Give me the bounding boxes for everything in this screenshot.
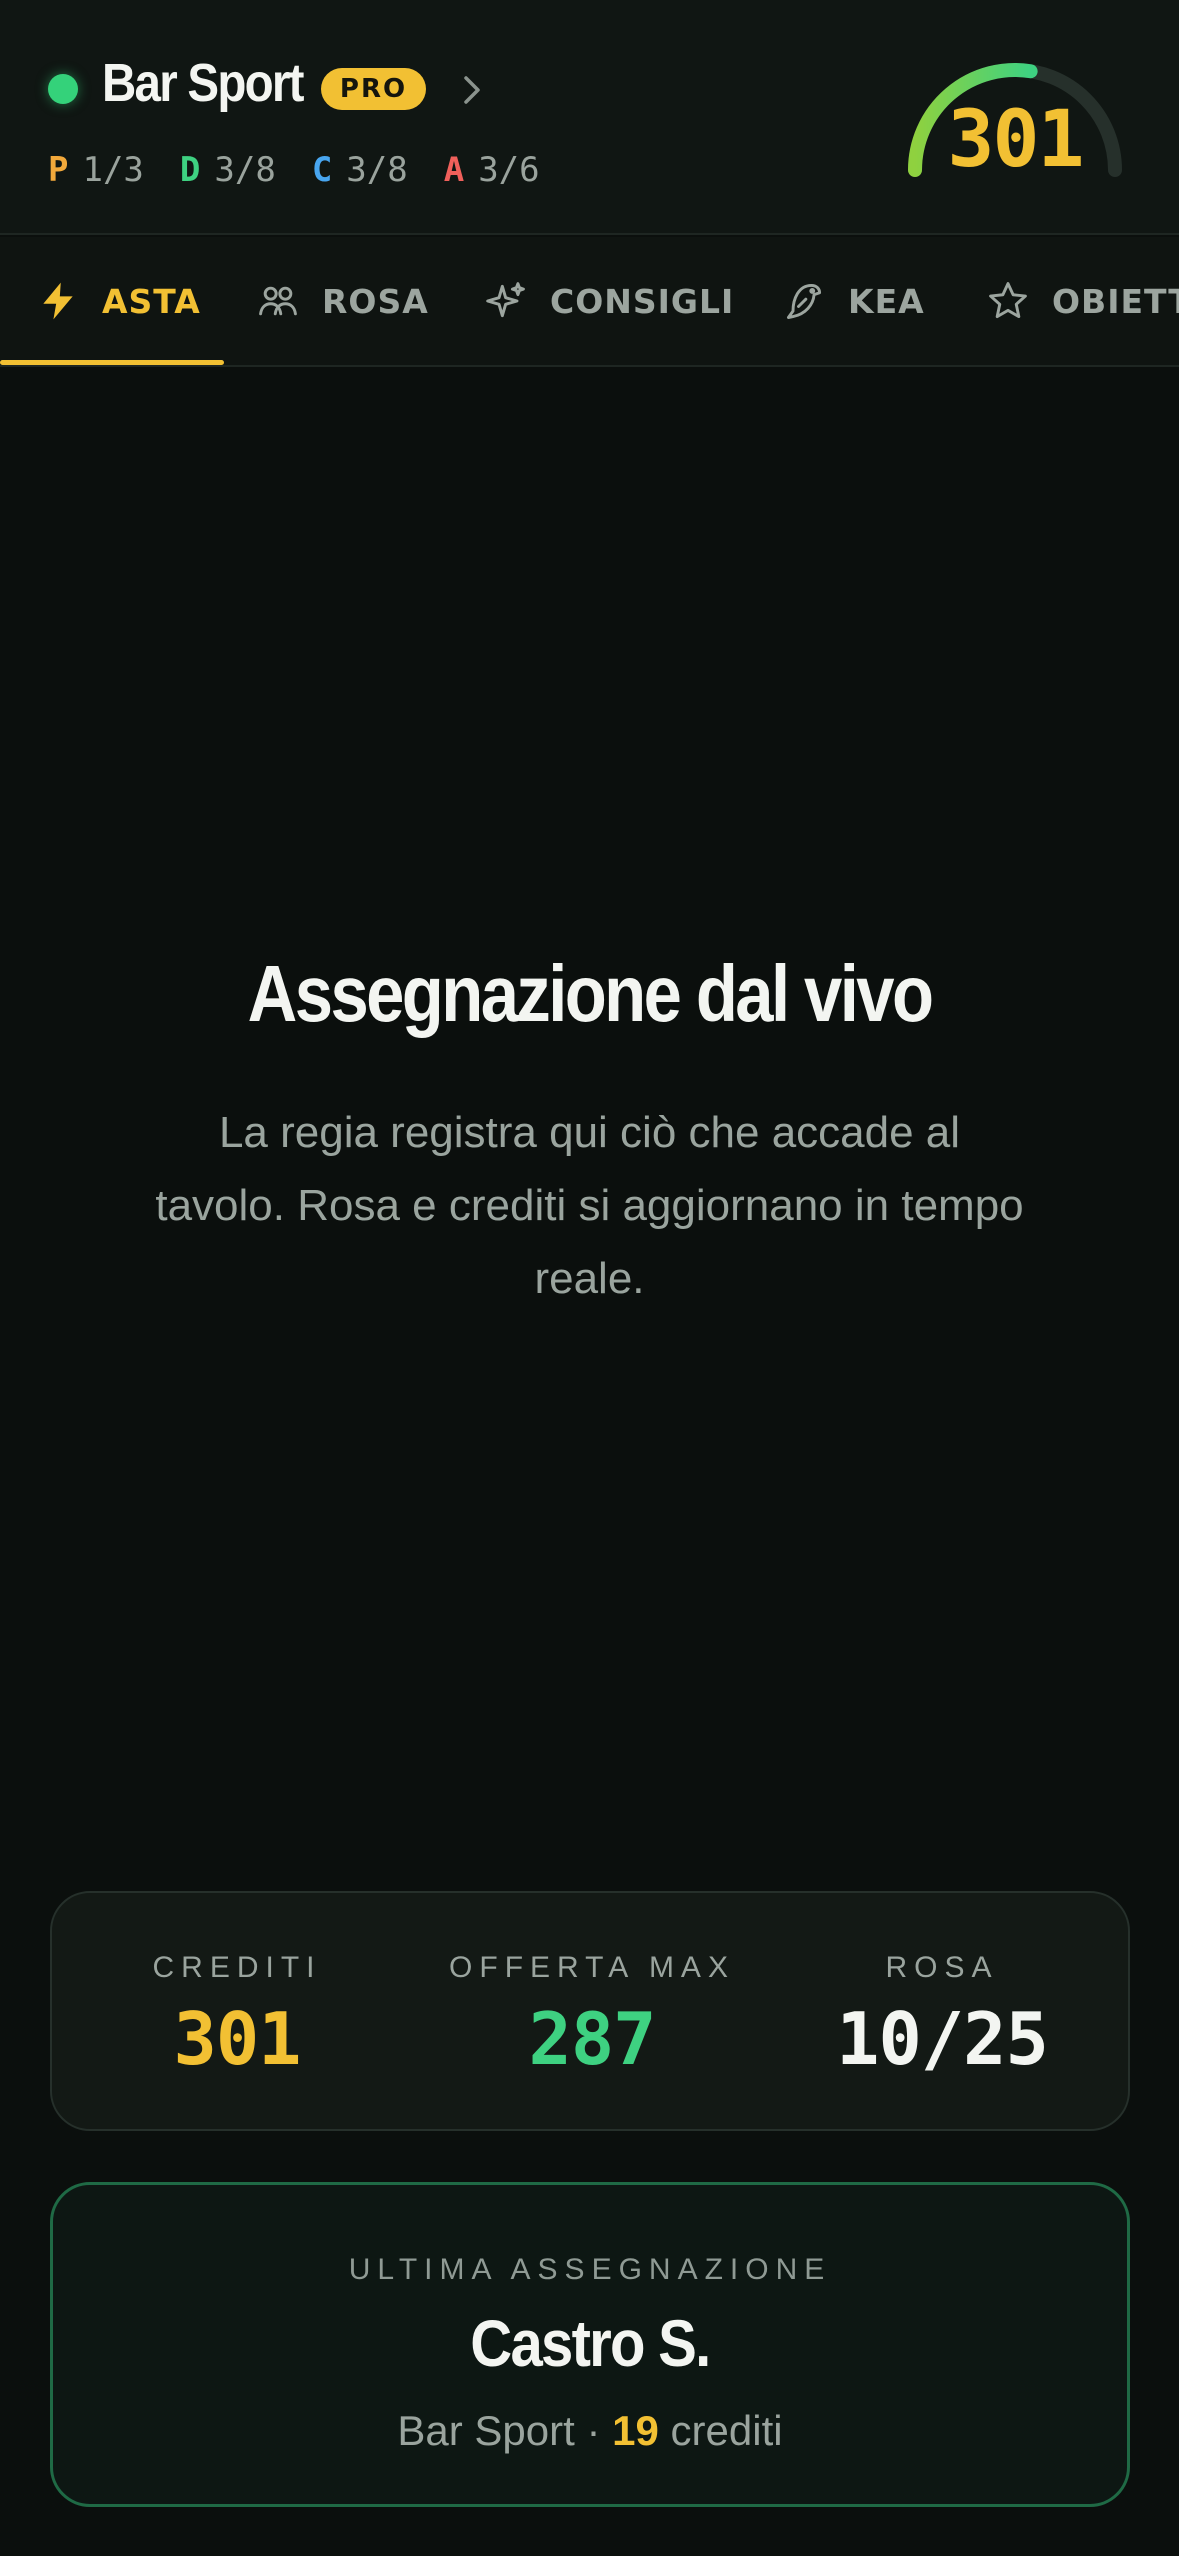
stat-credits: CREDITI 301 — [117, 1893, 357, 2133]
tab-label: ASTA — [102, 281, 201, 321]
role-letter: C — [311, 150, 333, 190]
role-counter-c: C 3/8 — [312, 150, 408, 190]
tab-consigli[interactable]: CONSIGLI — [484, 237, 734, 365]
role-counters: P 1/3 D 3/8 C 3/8 A 3/6 — [48, 150, 576, 190]
stat-roster: ROSA 10/25 — [812, 1893, 1072, 2133]
tab-label: KEA — [848, 281, 925, 321]
tab-label: CONSIGLI — [550, 281, 735, 321]
stat-label: ROSA — [885, 1951, 999, 1984]
pro-badge: PRO — [321, 68, 426, 110]
users-icon — [259, 286, 297, 316]
tab-obiettivi[interactable]: OBIETT — [986, 237, 1179, 365]
role-value: 3/8 — [214, 150, 276, 190]
stat-value: 287 — [528, 1997, 656, 2081]
role-counter-a: A 3/6 — [444, 150, 540, 190]
separator: · — [586, 2407, 601, 2454]
assigned-amount: 19 — [612, 2407, 659, 2454]
lightning-icon — [43, 282, 73, 320]
sparkle-icon — [486, 282, 525, 318]
credits-gauge-value: 301 — [947, 95, 1085, 185]
player-name: Castro S. — [470, 2306, 711, 2380]
role-letter: A — [443, 150, 465, 190]
role-counter-p: P 1/3 — [48, 150, 144, 190]
last-assignment-detail: Bar Sport · 19 crediti — [53, 2407, 1127, 2455]
top-bar: Bar Sport PRO P 1/3 D 3/8 C 3/8 A 3/6 301 — [0, 0, 1179, 235]
assigned-team: Bar Sport — [397, 2407, 575, 2454]
hero-subtitle: La regia registra qui ciò che accade al … — [155, 1108, 1024, 1303]
stat-value: 10/25 — [836, 1997, 1049, 2081]
chevron-right-icon[interactable] — [456, 70, 488, 110]
active-tab-indicator — [0, 360, 224, 365]
role-letter: D — [179, 150, 201, 190]
tab-kea[interactable]: KEA — [782, 237, 925, 365]
tab-asta[interactable]: ASTA — [36, 237, 201, 365]
team-name[interactable]: Bar Sport — [102, 52, 304, 114]
hero-title: Assegnazione dal vivo — [0, 948, 1179, 1040]
role-value: 1/3 — [82, 150, 144, 190]
tab-label: ROSA — [322, 281, 429, 321]
stats-card: CREDITI 301 OFFERTA MAX 287 ROSA 10/25 — [50, 1891, 1130, 2131]
hero-title-text: Assegnazione dal vivo — [247, 949, 934, 1038]
stat-label: OFFERTA MAX — [449, 1951, 735, 1984]
amount-unit: crediti — [670, 2407, 783, 2454]
last-assignment-card: ULTIMA ASSEGNAZIONE Castro S. Bar Sport … — [50, 2182, 1130, 2507]
tab-bar: ASTA ROSA CONSIGLI KEA OBIETT — [0, 237, 1179, 367]
bird-icon — [786, 283, 822, 319]
stat-max-offer: OFFERTA MAX 287 — [432, 1893, 752, 2133]
role-letter: P — [48, 150, 69, 190]
role-value: 3/6 — [478, 150, 540, 190]
stat-value: 301 — [173, 1997, 301, 2081]
last-assignment-player: Castro S. — [53, 2305, 1127, 2381]
online-status-dot — [48, 74, 78, 104]
tab-label: OBIETT — [1052, 281, 1179, 321]
stat-label: CREDITI — [152, 1951, 322, 1984]
last-assignment-label: ULTIMA ASSEGNAZIONE — [348, 2253, 832, 2286]
tab-rosa[interactable]: ROSA — [256, 237, 429, 365]
star-icon — [989, 282, 1027, 319]
role-counter-d: D 3/8 — [180, 150, 276, 190]
role-value: 3/8 — [346, 150, 408, 190]
